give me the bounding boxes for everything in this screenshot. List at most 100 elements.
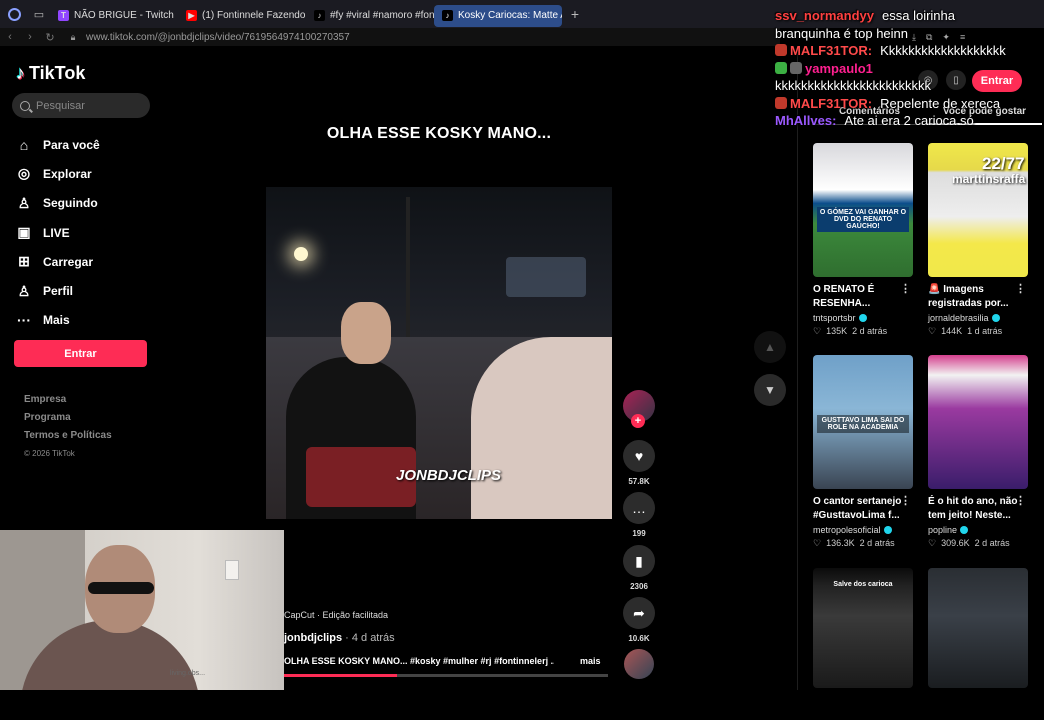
street-light — [294, 247, 308, 261]
author-name: jonbdjclips — [284, 632, 343, 644]
like-count: 135K — [826, 326, 848, 336]
chat-username: MALF31TOR: — [790, 95, 873, 111]
sidebar-item-label: Perfil — [43, 284, 74, 299]
video-thumbnail[interactable]: O GÓMEZ VAI GANHAR O DVD DO RENATO GAÚCH… — [813, 143, 913, 277]
person-head — [341, 302, 391, 364]
forward-icon[interactable]: › — [20, 31, 40, 43]
follow-button[interactable]: + — [631, 414, 645, 428]
sidebar-item-carregar[interactable]: ⊞ Carregar — [16, 247, 100, 276]
thumbnail-caption: O GÓMEZ VAI GANHAR O DVD DO RENATO GAÚCH… — [817, 207, 909, 232]
tab-tiktok-active[interactable]: ♪ Kosky Cariocas: Matte Afri — [434, 4, 562, 27]
chat-message: ssv_normandyy essa loirinha — [775, 7, 1044, 25]
sidebar-item-live[interactable]: ▣ LIVE — [16, 218, 100, 247]
sound-avatar[interactable] — [624, 649, 654, 679]
sidebar-item-label: Carregar — [43, 254, 94, 269]
streamer-name: marttinsraffa — [952, 172, 1026, 186]
sidebar-item-seguindo[interactable]: ♙ Seguindo — [16, 189, 100, 218]
like-action[interactable]: ♥ 57.8K — [622, 440, 656, 486]
post-time: 1 d atrás — [967, 326, 1003, 336]
more-options-icon[interactable]: ⋮ — [900, 494, 911, 507]
more-icon: ··· — [17, 312, 31, 329]
share-icon: ➦ — [623, 597, 655, 629]
more-link[interactable]: mais — [580, 656, 601, 666]
chat-text: essa loirinha — [882, 8, 955, 23]
comment-count: 199 — [632, 529, 646, 538]
next-video-button[interactable]: ▼ — [754, 374, 786, 406]
save-count: 2306 — [630, 582, 648, 591]
heart-icon: ♡ — [813, 538, 822, 548]
tiktok-icon: ♪ — [442, 10, 453, 21]
workspace-icon[interactable]: ▭ — [28, 0, 50, 28]
sidebar-item-mais[interactable]: ··· Mais — [16, 306, 100, 335]
video-watermark: JONBDJCLIPS — [396, 467, 502, 484]
streamer-webcam: living.obs... — [0, 530, 284, 690]
post-time: 2 d atrás — [852, 326, 888, 336]
tab-twitch[interactable]: T NÃO BRIGUE - Twitch — [50, 5, 178, 27]
card-author[interactable]: tntsportsbr — [813, 313, 913, 323]
video-thumbnail[interactable]: Salve dos carioca — [813, 568, 913, 688]
chat-message: yampaulo1 — [775, 60, 1044, 78]
stream-counter: 22/77 — [982, 154, 1025, 173]
more-options-icon[interactable]: ⋮ — [1015, 494, 1026, 507]
chat-username: ssv_normandyy — [775, 8, 874, 23]
more-options-icon[interactable]: ⋮ — [900, 282, 911, 295]
chat-message: MALF31TOR: Kkkkkkkkkkkkkkkkkkk — [775, 42, 1044, 60]
recommended-video-card[interactable]: GUSTTAVO LIMA SAI DO ROLE NA ACADEMIA O … — [813, 355, 913, 549]
new-tab-button[interactable]: + — [566, 5, 584, 23]
video-progress-bar[interactable] — [284, 674, 608, 677]
card-title: O cantor sertanejo #GusttavoLima f... — [813, 496, 902, 521]
opera-logo-icon[interactable] — [0, 0, 28, 28]
url-field[interactable]: www.tiktok.com/@jonbdjclips/video/761956… — [86, 32, 350, 43]
tab-tiktok-1[interactable]: ♪ #fy #viral #namoro #fontin — [306, 5, 434, 27]
like-count: 309.6K — [941, 538, 970, 548]
reload-icon[interactable]: ↻ — [40, 31, 60, 44]
flame-badge-icon — [775, 44, 787, 56]
profile-icon: ♙ — [17, 282, 31, 299]
recommended-video-card[interactable]: É o hit do ano, não tem jeito! Neste... … — [928, 355, 1028, 549]
card-author[interactable]: popline — [928, 525, 1028, 535]
comment-action[interactable]: … 199 — [622, 492, 656, 538]
video-author[interactable]: jonbdjclips · 4 d atrás — [284, 632, 395, 644]
video-thumbnail[interactable] — [928, 568, 1028, 688]
heart-icon: ♡ — [813, 326, 822, 336]
search-input[interactable]: Pesquisar — [12, 93, 150, 118]
tiktok-note-icon: ♪ — [16, 63, 25, 83]
video-player[interactable]: JONBDJCLIPS — [266, 187, 612, 519]
recommended-video-card[interactable] — [928, 568, 1028, 688]
tiktok-icon: ♪ — [314, 10, 325, 21]
login-button[interactable]: Entrar — [14, 340, 147, 367]
tiktok-logo[interactable]: ♪ TikTok — [16, 63, 85, 84]
card-author[interactable]: jornaldebrasilia — [928, 313, 1028, 323]
sidebar-item-perfil[interactable]: ♙ Perfil — [16, 276, 100, 305]
card-meta: ♡ 136.3K 2 d atrás — [813, 538, 913, 549]
tab-youtube[interactable]: ▶ (1) Fontinnele Fazendo o H — [178, 5, 306, 27]
footer-link-programa[interactable]: Programa — [24, 412, 112, 430]
recommended-video-card[interactable]: O GÓMEZ VAI GANHAR O DVD DO RENATO GAÚCH… — [813, 143, 913, 337]
save-action[interactable]: ▮ 2306 — [622, 545, 656, 591]
chat-message: branquinha é top heinn — [775, 25, 1044, 43]
share-action[interactable]: ➦ 10.6K — [622, 597, 656, 643]
card-meta: ♡ 144K 1 d atrás — [928, 326, 1028, 337]
video-thumbnail[interactable] — [928, 355, 1028, 489]
youtube-icon: ▶ — [186, 10, 197, 21]
capcut-label[interactable]: CapCut · Edição facilitada — [284, 610, 388, 620]
card-author[interactable]: metropolesoficial — [813, 525, 913, 535]
footer-link-termos[interactable]: Termos e Políticas — [24, 430, 112, 448]
sidebar-item-para-voce[interactable]: ⌂ Para você — [16, 130, 100, 159]
more-options-icon[interactable]: ⋮ — [1015, 282, 1026, 295]
chat-message: kkkkkkkkkkkkkkkkkkkkkkkk — [775, 77, 1044, 95]
chat-text: branquinha é top heinn — [775, 25, 909, 41]
compass-icon: ◎ — [17, 165, 31, 182]
video-thumbnail[interactable]: GUSTTAVO LIMA SAI DO ROLE NA ACADEMIA — [813, 355, 913, 489]
footer-link-empresa[interactable]: Empresa — [24, 394, 112, 412]
sidebar-item-label: Mais — [43, 313, 70, 328]
back-icon[interactable]: ‹ — [0, 31, 20, 43]
like-count: 144K — [941, 326, 963, 336]
video-scenery — [506, 257, 586, 297]
previous-video-button[interactable]: ▲ — [754, 331, 786, 363]
stream-chat-overlay: ssv_normandyy essa loirinha branquinha é … — [775, 7, 1044, 130]
bookmark-icon: ▮ — [623, 545, 655, 577]
recommended-video-card[interactable]: Salve dos carioca — [813, 568, 913, 688]
sidebar-item-explorar[interactable]: ◎ Explorar — [16, 159, 100, 188]
video-caption-overlay: OLHA ESSE KOSKY MANO... — [326, 125, 552, 142]
